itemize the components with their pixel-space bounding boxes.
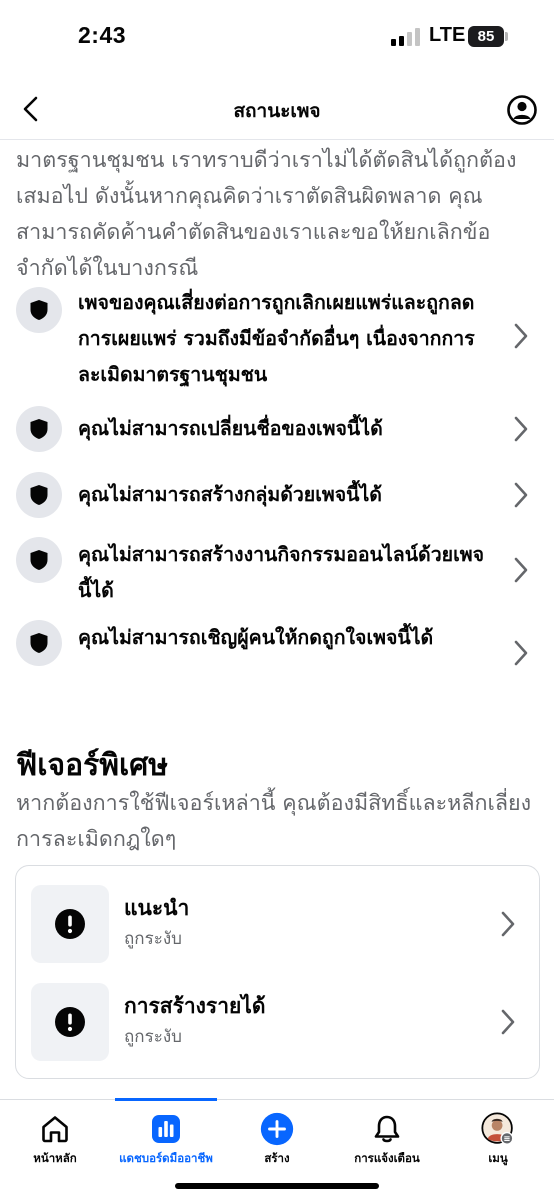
signal-icon bbox=[391, 28, 421, 46]
chevron-right-icon bbox=[514, 482, 528, 508]
feature-icon-box bbox=[31, 885, 109, 963]
restriction-text: เพจของคุณเสี่ยงต่อการถูกเลิกเผยแพร่และถู… bbox=[78, 291, 475, 386]
nav-create[interactable]: สร้าง bbox=[222, 1106, 332, 1168]
feature-item-recommendations[interactable]: แนะนำ ถูกระงับ bbox=[31, 885, 525, 963]
shield-icon bbox=[30, 550, 48, 570]
network-type: LTE bbox=[429, 24, 466, 46]
shield-icon bbox=[30, 485, 48, 505]
shield-badge bbox=[16, 620, 62, 666]
home-icon bbox=[38, 1112, 72, 1146]
nav-label: สร้าง bbox=[264, 1151, 290, 1165]
feature-title: การสร้างรายได้ bbox=[124, 994, 266, 1018]
nav-notifications[interactable]: การแจ้งเตือน bbox=[332, 1106, 442, 1168]
feature-item-monetization[interactable]: การสร้างรายได้ ถูกระงับ bbox=[31, 983, 525, 1061]
status-bar: 2:43 LTE 85 bbox=[0, 0, 554, 76]
restriction-text: คุณไม่สามารถสร้างงานกิจกรรมออนไลน์ด้วยเพ… bbox=[78, 543, 485, 602]
shield-badge bbox=[16, 537, 62, 583]
features-card: แนะนำ ถูกระงับ การสร้างรายได้ ถูกระงับ bbox=[15, 865, 540, 1079]
chevron-right-icon bbox=[501, 1009, 515, 1035]
chevron-right-icon bbox=[514, 323, 528, 349]
feature-title: แนะนำ bbox=[124, 896, 190, 920]
nav-label: แดชบอร์ดมืออาชีพ bbox=[119, 1151, 213, 1165]
nav-label: เมนู bbox=[488, 1151, 508, 1165]
battery-icon: 85 bbox=[468, 26, 504, 47]
plus-circle-icon bbox=[260, 1112, 294, 1146]
home-indicator bbox=[175, 1183, 379, 1189]
feature-status: ถูกระงับ bbox=[124, 929, 182, 949]
user-circle-icon[interactable] bbox=[506, 94, 538, 126]
shield-badge bbox=[16, 287, 62, 333]
chevron-right-icon bbox=[501, 911, 515, 937]
chevron-right-icon bbox=[514, 557, 528, 583]
restriction-item-distribution[interactable]: เพจของคุณเสี่ยงต่อการถูกเลิกเผยแพร่และถู… bbox=[16, 285, 540, 393]
restriction-text: คุณไม่สามารถเปลี่ยนชื่อของเพจนี้ได้ bbox=[78, 417, 383, 440]
section-subtitle: หากต้องการใช้ฟีเจอร์เหล่านี้ คุณต้องมีสิ… bbox=[16, 791, 532, 852]
shield-icon bbox=[30, 419, 48, 439]
feature-status: ถูกระงับ bbox=[124, 1027, 182, 1047]
restriction-item-online-events[interactable]: คุณไม่สามารถสร้างงานกิจกรรมออนไลน์ด้วยเพ… bbox=[16, 537, 540, 609]
nav-professional-dashboard[interactable]: แดชบอร์ดมืออาชีพ bbox=[111, 1106, 221, 1168]
nav-home[interactable]: หน้าหลัก bbox=[0, 1106, 110, 1168]
battery-nub bbox=[505, 32, 508, 41]
restriction-item-invite[interactable]: คุณไม่สามารถเชิญผู้คนให้กดถูกใจเพจนี้ได้ bbox=[16, 620, 540, 692]
shield-badge bbox=[16, 406, 62, 452]
chevron-right-icon bbox=[514, 640, 528, 666]
shield-icon bbox=[30, 633, 48, 653]
nav-label: การแจ้งเตือน bbox=[354, 1151, 420, 1165]
section-title: ฟีเจอร์พิเศษ bbox=[16, 748, 169, 783]
exclamation-icon bbox=[55, 1007, 85, 1037]
avatar-icon bbox=[481, 1112, 515, 1146]
shield-icon bbox=[30, 300, 48, 320]
restriction-item-rename[interactable]: คุณไม่สามารถเปลี่ยนชื่อของเพจนี้ได้ bbox=[16, 406, 540, 452]
feature-icon-box bbox=[31, 983, 109, 1061]
restriction-text: คุณไม่สามารถเชิญผู้คนให้กดถูกใจเพจนี้ได้ bbox=[78, 626, 434, 649]
dashboard-icon bbox=[149, 1112, 183, 1146]
status-time: 2:43 bbox=[78, 22, 127, 48]
restriction-item-groups[interactable]: คุณไม่สามารถสร้างกลุ่มด้วยเพจนี้ได้ bbox=[16, 472, 540, 518]
bell-icon bbox=[370, 1112, 404, 1146]
nav-label: หน้าหลัก bbox=[33, 1151, 77, 1165]
chevron-right-icon bbox=[514, 416, 528, 442]
intro-text: มาตรฐานชุมชน เราทราบดีว่าเราไม่ได้ตัดสิน… bbox=[16, 148, 517, 281]
active-tab-indicator bbox=[115, 1098, 217, 1101]
shield-badge bbox=[16, 472, 62, 518]
top-header: สถานะเพจ bbox=[0, 78, 554, 140]
exclamation-icon bbox=[55, 909, 85, 939]
page-title: สถานะเพจ bbox=[233, 100, 321, 122]
restriction-text: คุณไม่สามารถสร้างกลุ่มด้วยเพจนี้ได้ bbox=[78, 483, 382, 506]
nav-menu[interactable]: เมนู bbox=[443, 1106, 553, 1168]
